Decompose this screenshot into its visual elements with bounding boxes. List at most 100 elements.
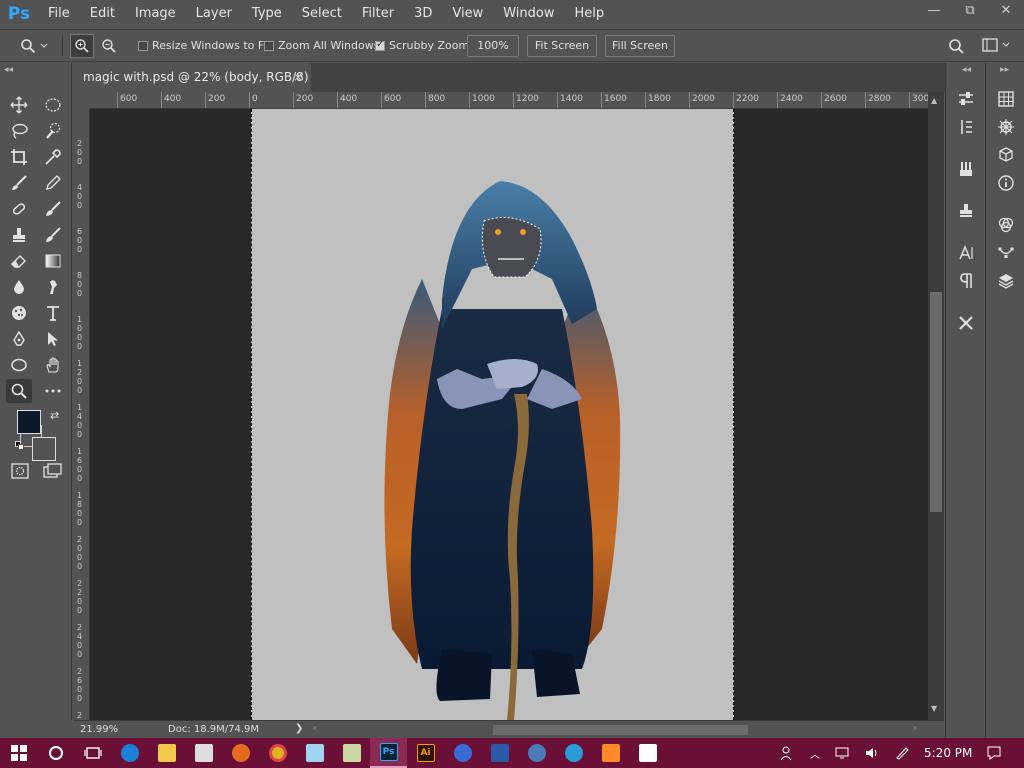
zoom-level[interactable]: 21.99% <box>80 724 118 735</box>
taskbar-app-sphere[interactable] <box>555 738 592 768</box>
scroll-right-icon[interactable]: › <box>913 723 917 734</box>
taskbar-sublime[interactable] <box>592 738 629 768</box>
document-tab[interactable]: magic with.psd @ 22% (body, RGB/8) * × <box>73 63 311 113</box>
task-view-button[interactable] <box>74 738 111 768</box>
taskbar-store[interactable] <box>185 738 222 768</box>
zoom-100-button[interactable]: 100% <box>467 35 519 57</box>
zoom-all-checkbox[interactable]: Zoom All Windows <box>264 39 379 52</box>
type-tool[interactable] <box>40 301 66 325</box>
collapse-arrows-icon[interactable]: ◂◂ <box>4 65 13 75</box>
taskbar-illustrator[interactable]: Ai <box>407 738 444 768</box>
dodge-tool[interactable] <box>6 301 32 325</box>
navigator-panel-button[interactable] <box>992 115 1020 139</box>
horizontal-scroll-thumb[interactable] <box>493 725 748 735</box>
start-button[interactable] <box>0 738 37 768</box>
chevron-up-icon[interactable]: ︿ <box>810 746 820 761</box>
scrubby-zoom-checkbox[interactable]: Scrubby Zoom <box>375 39 469 52</box>
menu-view[interactable]: View <box>442 0 493 28</box>
scroll-down-icon[interactable]: ▼ <box>931 704 937 713</box>
paragraph-panel-button[interactable] <box>952 269 980 293</box>
status-menu-arrow[interactable]: ❯ <box>295 723 303 734</box>
gradient-tool[interactable] <box>40 249 66 273</box>
lasso-tool[interactable] <box>6 119 32 143</box>
brush-tool[interactable] <box>6 171 32 195</box>
screen-mode-button[interactable] <box>43 463 63 482</box>
menu-3d[interactable]: 3D <box>404 0 442 28</box>
taskbar-photoshop[interactable]: Ps <box>370 738 407 768</box>
layers-panel-button[interactable] <box>992 269 1020 293</box>
hand-tool[interactable] <box>40 353 66 377</box>
ruler-origin[interactable] <box>73 92 90 109</box>
3d-panel-button[interactable] <box>992 143 1020 167</box>
menu-type[interactable]: Type <box>242 0 292 28</box>
fill-screen-button[interactable]: Fill Screen <box>605 35 675 57</box>
channels-panel-button[interactable] <box>992 213 1020 237</box>
clone-source-panel-button[interactable] <box>952 199 980 223</box>
foreground-color-swatch[interactable] <box>17 410 41 434</box>
network-icon[interactable] <box>834 746 850 760</box>
tool-preset-picker[interactable] <box>20 36 54 56</box>
tool-presets-panel-button[interactable] <box>952 311 980 335</box>
blur-tool[interactable] <box>6 275 32 299</box>
clone-stamp-tool[interactable] <box>6 223 32 247</box>
taskbar-firefox[interactable] <box>222 738 259 768</box>
vertical-scroll-thumb[interactable] <box>930 292 942 512</box>
search-button[interactable] <box>948 38 964 57</box>
notifications-icon[interactable] <box>986 745 1002 761</box>
taskbar-app-globe[interactable] <box>518 738 555 768</box>
character-panel-button[interactable] <box>952 241 980 265</box>
zoom-out-button[interactable] <box>97 34 121 58</box>
document-close-icon[interactable]: × <box>293 63 303 92</box>
vertical-scrollbar[interactable]: ▲ ▼ <box>928 92 944 720</box>
default-colors-icon[interactable] <box>15 441 25 451</box>
quick-selection-tool[interactable] <box>40 119 66 143</box>
taskbar-app-blue[interactable] <box>481 738 518 768</box>
vertical-ruler[interactable]: 2 0 0 4 0 0 6 0 0 8 0 0 1 0 0 0 1 2 0 0 1 4 0 … <box>73 109 90 720</box>
eyedropper-tool[interactable] <box>40 145 66 169</box>
zoom-in-button[interactable] <box>70 34 94 58</box>
taskbar-app-chart[interactable] <box>333 738 370 768</box>
taskbar-chrome[interactable] <box>259 738 296 768</box>
brushes-panel-button[interactable] <box>952 157 980 181</box>
ellipse-tool[interactable] <box>6 353 32 377</box>
zoom-tool[interactable] <box>6 379 32 403</box>
properties-panel-button[interactable] <box>952 87 980 111</box>
history-panel-button[interactable] <box>952 115 980 139</box>
document-canvas[interactable] <box>251 109 734 720</box>
scroll-up-icon[interactable]: ▲ <box>931 96 937 105</box>
swatches-panel-button[interactable] <box>992 87 1020 111</box>
menu-image[interactable]: Image <box>125 0 186 28</box>
scroll-left-icon[interactable]: ‹ <box>313 723 317 734</box>
menu-window[interactable]: Window <box>493 0 564 28</box>
taskbar-explorer[interactable] <box>148 738 185 768</box>
taskbar-edge[interactable] <box>111 738 148 768</box>
taskbar-clock[interactable]: 5:20 PM <box>924 746 972 760</box>
background-color-swatch-box[interactable] <box>32 437 56 461</box>
history-brush-tool[interactable] <box>40 197 66 221</box>
expand-arrows-icon[interactable]: ▸▸ <box>1000 65 1009 75</box>
canvas-area[interactable] <box>90 109 928 720</box>
menu-help[interactable]: Help <box>565 0 615 28</box>
taskbar-notepad[interactable] <box>296 738 333 768</box>
restore-button[interactable]: ⧉ <box>952 0 988 22</box>
collapse-arrows-icon[interactable]: ◂◂ <box>962 65 971 75</box>
menu-layer[interactable]: Layer <box>186 0 242 28</box>
menu-file[interactable]: File <box>38 0 80 28</box>
info-panel-button[interactable] <box>992 171 1020 195</box>
path-selection-tool[interactable] <box>40 327 66 351</box>
smudge-tool[interactable] <box>40 275 66 299</box>
crop-tool[interactable] <box>6 145 32 169</box>
eraser-tool[interactable] <box>6 249 32 273</box>
pen-input-icon[interactable] <box>894 746 910 760</box>
swap-colors-icon[interactable]: ⇄ <box>50 409 59 422</box>
smudge-brush-tool[interactable] <box>40 223 66 247</box>
paths-panel-button[interactable] <box>992 241 1020 265</box>
menu-filter[interactable]: Filter <box>352 0 404 28</box>
taskbar-mail[interactable] <box>629 738 666 768</box>
horizontal-ruler[interactable]: 600 400 200 0 200 400 600 800 1000 1200 1400 1600 18… <box>90 92 928 109</box>
elliptical-marquee-tool[interactable] <box>40 93 66 117</box>
pen-tool[interactable] <box>6 327 32 351</box>
fit-screen-button[interactable]: Fit Screen <box>527 35 597 57</box>
pencil-tool[interactable] <box>40 171 66 195</box>
resize-windows-checkbox[interactable]: Resize Windows to Fit <box>138 39 271 52</box>
